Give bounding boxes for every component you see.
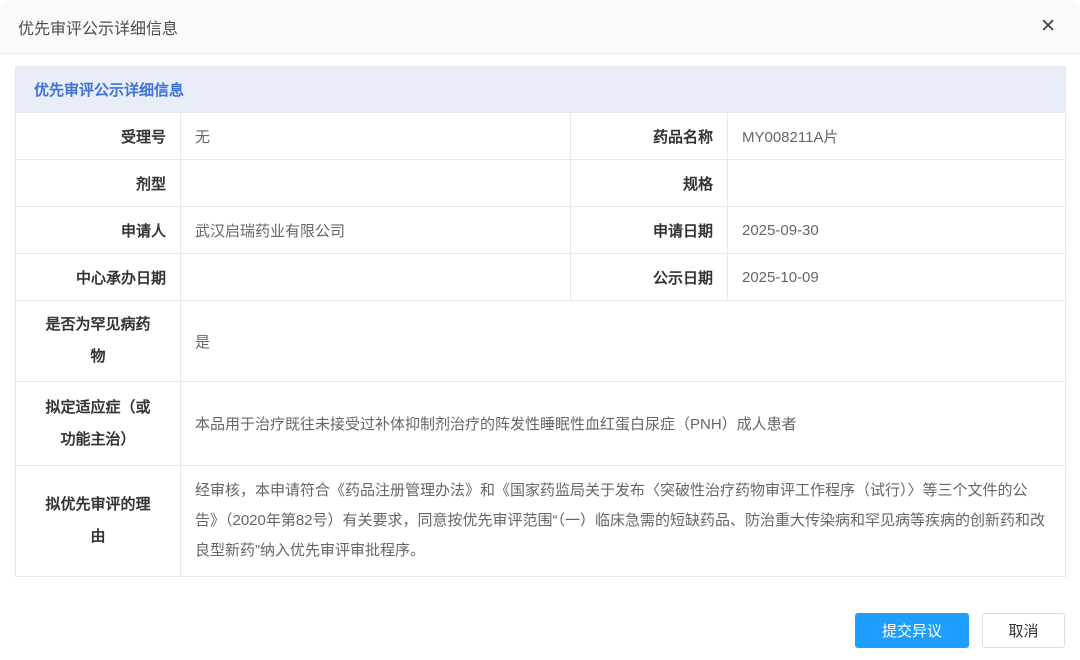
value-application-date: 2025-09-30 [728, 207, 1066, 254]
cancel-button[interactable]: 取消 [982, 613, 1065, 648]
value-acceptance-number: 无 [181, 113, 571, 160]
value-center-undertake-date [181, 254, 571, 301]
value-priority-review-reason: 经审核，本申请符合《药品注册管理办法》和《国家药监局关于发布〈突破性治疗药物审评… [181, 466, 1066, 577]
value-applicant: 武汉启瑞药业有限公司 [181, 207, 571, 254]
label-rare-disease-drug: 是否为罕见病药 物 [16, 301, 181, 382]
dialog-title: 优先审评公示详细信息 [18, 15, 178, 39]
value-rare-disease-drug: 是 [181, 301, 1066, 382]
submit-objection-button[interactable]: 提交异议 [855, 613, 969, 648]
close-icon[interactable]: ✕ [1036, 13, 1060, 40]
label-application-date: 申请日期 [571, 207, 728, 254]
label-drug-name: 药品名称 [571, 113, 728, 160]
dialog-header: 优先审评公示详细信息 ✕ [0, 0, 1080, 54]
label-proposed-indication: 拟定适应症（或 功能主治） [16, 382, 181, 466]
table-row: 申请人 武汉启瑞药业有限公司 申请日期 2025-09-30 [16, 207, 1066, 254]
value-specification [728, 160, 1066, 207]
table-row: 拟定适应症（或 功能主治） 本品用于治疗既往未接受过补体抑制剂治疗的阵发性睡眠性… [16, 382, 1066, 466]
label-publicity-date: 公示日期 [571, 254, 728, 301]
table-row: 中心承办日期 公示日期 2025-10-09 [16, 254, 1066, 301]
table-row: 受理号 无 药品名称 MY008211A片 [16, 113, 1066, 160]
label-center-undertake-date: 中心承办日期 [16, 254, 181, 301]
section-title: 优先审评公示详细信息 [16, 67, 1066, 113]
value-drug-name: MY008211A片 [728, 113, 1066, 160]
table-row: 拟优先审评的理 由 经审核，本申请符合《药品注册管理办法》和《国家药监局关于发布… [16, 466, 1066, 577]
table-row: 是否为罕见病药 物 是 [16, 301, 1066, 382]
dialog-footer: 提交异议 取消 [15, 613, 1065, 648]
label-dosage-form: 剂型 [16, 160, 181, 207]
table-section-header: 优先审评公示详细信息 [16, 67, 1066, 113]
value-dosage-form [181, 160, 571, 207]
details-table: 优先审评公示详细信息 受理号 无 药品名称 MY008211A片 剂型 规格 申… [15, 66, 1066, 577]
label-specification: 规格 [571, 160, 728, 207]
label-applicant: 申请人 [16, 207, 181, 254]
value-proposed-indication: 本品用于治疗既往未接受过补体抑制剂治疗的阵发性睡眠性血红蛋白尿症（PNH）成人患… [181, 382, 1066, 466]
value-publicity-date: 2025-10-09 [728, 254, 1066, 301]
table-row: 剂型 规格 [16, 160, 1066, 207]
label-acceptance-number: 受理号 [16, 113, 181, 160]
label-priority-review-reason: 拟优先审评的理 由 [16, 466, 181, 577]
